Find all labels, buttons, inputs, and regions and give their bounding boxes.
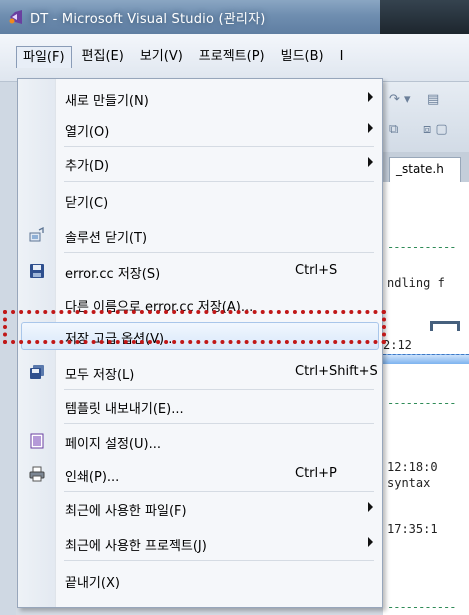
close-solution-icon bbox=[29, 227, 44, 242]
submenu-arrow-icon bbox=[368, 502, 373, 512]
menu-item-label: 끝내기(X) bbox=[65, 576, 120, 591]
menu-separator bbox=[64, 491, 374, 492]
menu-item-shortcut: Ctrl+Shift+S bbox=[295, 364, 378, 379]
menu-item-save-all[interactable]: 모두 저장(L) Ctrl+Shift+S bbox=[18, 357, 382, 387]
comment-separator: ----------- bbox=[387, 600, 456, 614]
redo-icon[interactable]: ↷ ▾ bbox=[389, 92, 411, 107]
submenu-arrow-icon bbox=[368, 92, 373, 102]
code-line: 2:12 bbox=[383, 338, 412, 352]
window-title: DT - Microsoft Visual Studio (관리자) bbox=[30, 11, 266, 27]
menu-separator bbox=[64, 423, 374, 424]
left-strip bbox=[0, 82, 16, 615]
menu-item-save[interactable]: error.cc 저장(S) Ctrl+S bbox=[18, 256, 382, 286]
menu-item-exit[interactable]: 끝내기(X) bbox=[18, 565, 382, 595]
menu-item-print[interactable]: 인쇄(P)... Ctrl+P bbox=[18, 459, 382, 489]
code-line: syntax bbox=[387, 476, 431, 490]
annotation-highlight-box bbox=[3, 310, 386, 344]
code-line: 17:35:1 bbox=[387, 522, 438, 536]
menu-edit[interactable]: 편집(E) bbox=[76, 46, 130, 68]
menu-item-label: 템플릿 내보내기(E)... bbox=[65, 402, 184, 417]
menu-item-label: 최근에 사용한 프로젝트(J) bbox=[65, 539, 207, 554]
menu-separator bbox=[64, 146, 374, 147]
menu-item-page-setup[interactable]: 페이지 설정(U)... bbox=[18, 426, 382, 456]
menu-separator bbox=[64, 181, 374, 182]
menu-view[interactable]: 보기(V) bbox=[134, 46, 189, 68]
current-line-highlight bbox=[383, 354, 469, 364]
comment-separator: ----------- bbox=[387, 396, 456, 410]
menu-item-label: 최근에 사용한 파일(F) bbox=[65, 504, 187, 519]
menu-item-shortcut: Ctrl+P bbox=[295, 466, 337, 481]
code-line: ndling f bbox=[387, 276, 445, 290]
toolbar-icon-3[interactable]: ⧈ ▢ bbox=[423, 122, 448, 137]
toolbar: ↷ ▾ ▤ ⧉ ⧈ ▢ bbox=[383, 82, 469, 152]
menu-item-recent-files[interactable]: 최근에 사용한 파일(F) bbox=[18, 493, 382, 523]
menu-project[interactable]: 프로젝트(P) bbox=[193, 46, 271, 68]
toolbar-icon-2[interactable]: ⧉ bbox=[389, 122, 398, 137]
menu-item-label: 모두 저장(L) bbox=[65, 368, 135, 383]
menu-item-close[interactable]: 닫기(C) bbox=[18, 185, 382, 215]
menu-item-add[interactable]: 추가(D) bbox=[18, 148, 382, 178]
submenu-arrow-icon bbox=[368, 157, 373, 167]
toolbar-icon[interactable]: ▤ bbox=[427, 92, 439, 107]
menu-item-label: 닫기(C) bbox=[65, 196, 109, 211]
annotation-box bbox=[430, 321, 460, 331]
menu-separator bbox=[64, 560, 374, 561]
print-icon bbox=[29, 466, 45, 482]
menu-item-recent-projects[interactable]: 최근에 사용한 프로젝트(J) bbox=[18, 528, 382, 558]
comment-separator: ----------- bbox=[387, 240, 456, 254]
menu-separator bbox=[64, 252, 374, 253]
title-bar-dark-area bbox=[380, 0, 469, 34]
save-all-icon bbox=[30, 365, 44, 379]
menu-item-open[interactable]: 열기(O) bbox=[18, 114, 382, 144]
menu-truncated[interactable]: I bbox=[334, 46, 350, 68]
menu-item-label: 인쇄(P)... bbox=[65, 470, 120, 485]
save-icon bbox=[30, 264, 44, 278]
code-line: 12:18:0 bbox=[387, 460, 438, 474]
menu-file[interactable]: 파일(F) bbox=[16, 46, 72, 68]
visual-studio-icon bbox=[9, 10, 22, 24]
tab-state-h[interactable]: _state.h bbox=[389, 157, 461, 182]
menu-item-export-template[interactable]: 템플릿 내보내기(E)... bbox=[18, 391, 382, 421]
menu-build[interactable]: 빌드(B) bbox=[275, 46, 330, 68]
menu-item-label: 페이지 설정(U)... bbox=[65, 437, 161, 452]
menu-item-label: 솔루션 닫기(T) bbox=[65, 231, 148, 246]
submenu-arrow-icon bbox=[368, 537, 373, 547]
page-setup-icon bbox=[30, 433, 44, 449]
menu-separator bbox=[64, 389, 374, 390]
menu-item-label: 새로 만들기(N) bbox=[65, 94, 149, 109]
menu-item-label: 추가(D) bbox=[65, 159, 110, 174]
menu-item-label: error.cc 저장(S) bbox=[65, 267, 161, 282]
menu-item-label: 열기(O) bbox=[65, 125, 110, 140]
submenu-arrow-icon bbox=[368, 123, 373, 133]
menu-item-new[interactable]: 새로 만들기(N) bbox=[18, 83, 382, 113]
menu-item-shortcut: Ctrl+S bbox=[295, 263, 338, 278]
menu-bar: 파일(F) 편집(E) 보기(V) 프로젝트(P) 빌드(B) I bbox=[0, 34, 469, 82]
code-editor[interactable]: ----------- ndling f 2:12 ----------- 12… bbox=[383, 182, 469, 615]
menu-item-close-solution[interactable]: 솔루션 닫기(T) bbox=[18, 220, 382, 250]
